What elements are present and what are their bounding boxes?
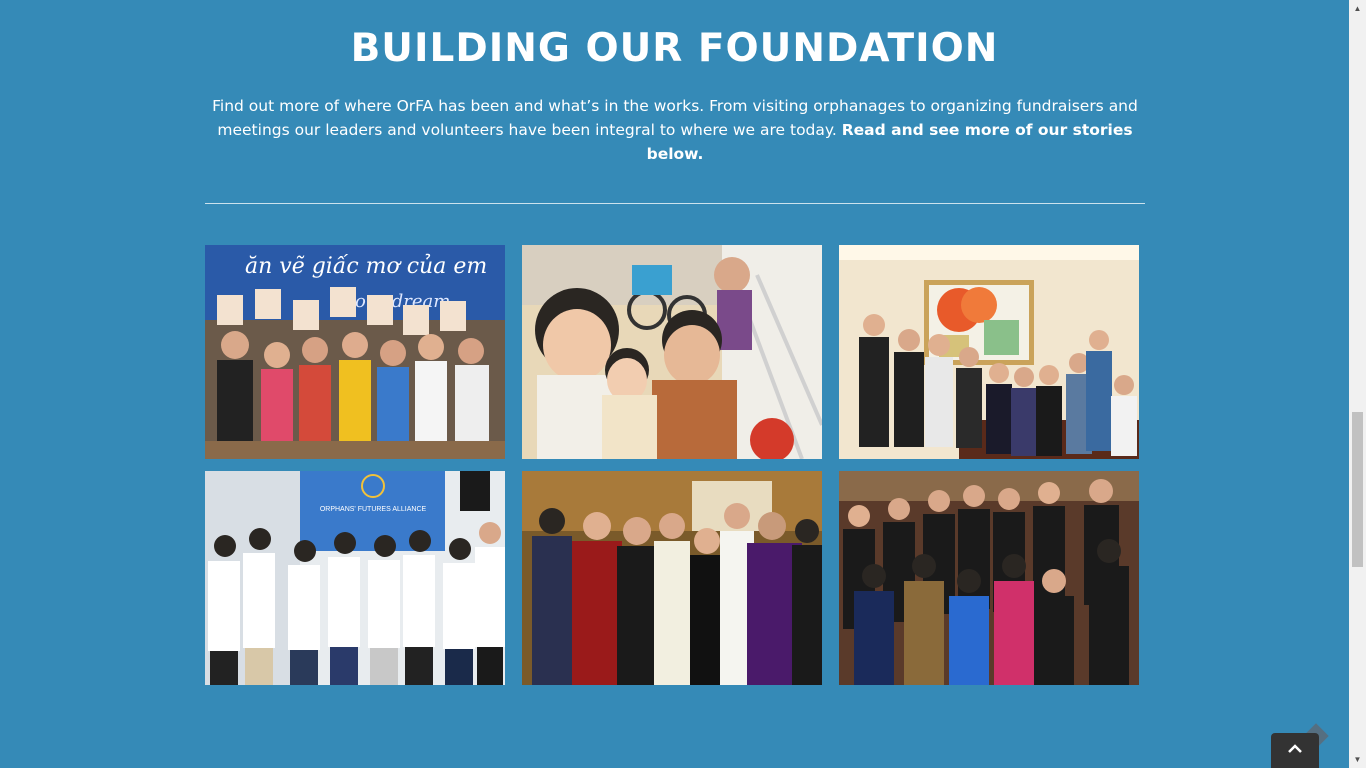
vertical-scrollbar[interactable]: ▲ ▼ [1349,0,1366,768]
team-meeting-image [839,245,1139,459]
section-title: BUILDING OUR FOUNDATION [350,26,999,71]
young-children-image [522,245,822,459]
scrollbar-thumb[interactable] [1352,412,1363,567]
volunteers-banner-image: ORPHANS' FUTURES ALLIANCE [205,471,505,685]
gallery-photo-young-children[interactable] [522,245,822,459]
gallery-photo-team-meeting[interactable] [839,245,1139,459]
intro-paragraph: Find out more of where OrFA has been and… [205,94,1145,166]
back-to-top-button[interactable] [1271,733,1319,768]
gallery-photo-children-letters[interactable]: ăn vẽ giấc mơ của em our dream [205,245,505,459]
chevron-up-icon [1288,744,1302,753]
scroll-up-arrow-icon[interactable]: ▲ [1349,0,1366,17]
gala-group-image [839,471,1139,685]
banner-text: ăn vẽ giấc mơ của em [245,253,487,279]
banner-text: ORPHANS' FUTURES ALLIANCE [320,506,427,513]
page: BUILDING OUR FOUNDATION Find out more of… [0,0,1349,768]
fundraiser-event-image [522,471,822,685]
gallery-photo-volunteers-banner[interactable]: ORPHANS' FUTURES ALLIANCE [205,471,505,685]
gallery-photo-fundraiser-event[interactable] [522,471,822,685]
gallery-photo-gala-group[interactable] [839,471,1139,685]
children-letters-image: ăn vẽ giấc mơ của em our dream [205,245,505,459]
section-divider [205,203,1145,204]
scroll-down-arrow-icon[interactable]: ▼ [1349,751,1366,768]
photo-gallery: ăn vẽ giấc mơ của em our dream ORPHANS' … [205,245,1139,685]
